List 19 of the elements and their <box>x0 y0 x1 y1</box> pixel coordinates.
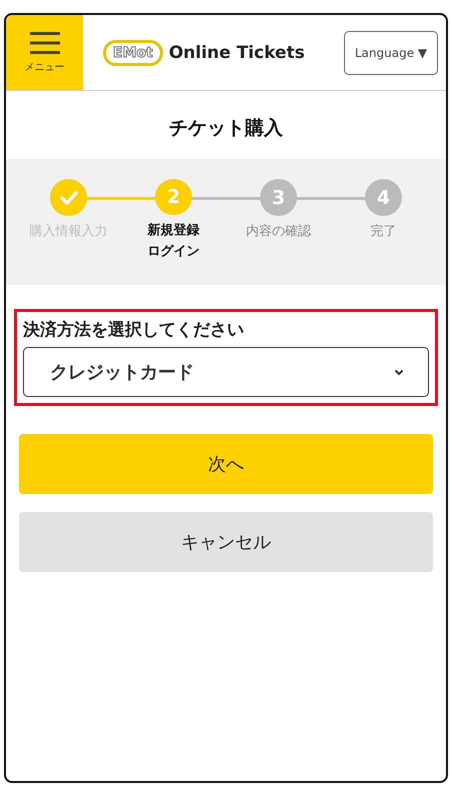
chevron-down-icon <box>394 368 404 376</box>
menu-icon <box>30 32 60 54</box>
step-label: 新規登録 <box>148 222 200 240</box>
language-button[interactable]: Language ▼ <box>344 30 438 74</box>
step-circle: 4 <box>365 179 402 216</box>
step-label: 内容の確認 <box>246 223 311 241</box>
payment-method-select[interactable]: クレジットカード <box>23 347 429 397</box>
step-label: 完了 <box>370 223 396 241</box>
step-label: ログイン <box>148 243 200 262</box>
step-circle: 3 <box>260 179 297 216</box>
logo-mark: EMot <box>103 40 163 66</box>
menu-button[interactable]: メニュー <box>6 15 83 90</box>
step-circle: 2 <box>155 179 192 216</box>
payment-method-label: 決済方法を選択してください <box>23 319 245 341</box>
check-icon <box>60 190 78 204</box>
cancel-button[interactable]: キャンセル <box>19 512 433 572</box>
next-button[interactable]: 次へ <box>19 434 433 494</box>
page-title: チケット購入 <box>168 116 284 141</box>
site-title: Online Tickets <box>168 42 305 62</box>
